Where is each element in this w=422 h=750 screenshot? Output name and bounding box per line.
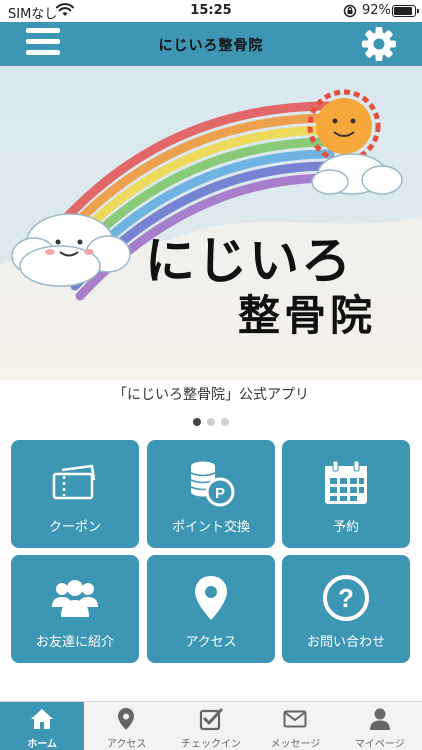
calendar-icon	[325, 460, 367, 504]
app-header: にじいろ整骨院	[0, 22, 422, 66]
carousel-dot[interactable]	[207, 418, 215, 426]
tile-reservation[interactable]: 予約	[282, 440, 410, 548]
tile-inquiry[interactable]: ? お問い合わせ	[282, 555, 410, 663]
user-icon	[369, 708, 390, 730]
tile-access[interactable]: アクセス	[147, 555, 275, 663]
coupon-ticket-icon	[52, 464, 96, 500]
tile-label: お問い合わせ	[306, 635, 385, 650]
gear-icon[interactable]	[361, 26, 397, 62]
carousel-dots	[0, 411, 422, 430]
hero-caption: 「にじいろ整骨院」公式アプリ	[113, 387, 309, 403]
tab-label: チェックイン	[180, 739, 241, 750]
tile-label: 予約	[332, 520, 359, 535]
friends-group-icon	[52, 580, 98, 617]
logo-line2: 整骨院	[238, 291, 377, 340]
svg-text:P: P	[215, 485, 225, 502]
tile-points[interactable]: P ポイント交換	[147, 440, 275, 548]
tab-mypage[interactable]: マイページ	[338, 702, 422, 750]
hero-banner[interactable]: にじいろ 整骨院	[0, 66, 422, 380]
clock: 15:25	[190, 3, 232, 18]
tile-label: お友達に紹介	[35, 635, 114, 650]
tab-access[interactable]: アクセス	[84, 702, 168, 750]
tab-messages[interactable]: メッセージ	[253, 702, 337, 750]
tile-label: クーポン	[48, 520, 101, 535]
home-icon	[31, 709, 53, 729]
status-bar: SIMなし 15:25 92%	[0, 0, 422, 22]
header-title: にじいろ整骨院	[158, 38, 264, 54]
tile-label: アクセス	[185, 635, 237, 650]
carousel-dot[interactable]	[221, 418, 229, 426]
tile-label: ポイント交換	[171, 520, 250, 535]
point-coins-icon: P	[190, 461, 235, 507]
orientation-lock-icon	[343, 4, 357, 18]
svg-text:?: ?	[338, 583, 354, 613]
envelope-icon	[283, 710, 307, 728]
tab-label: メッセージ	[270, 739, 321, 750]
tab-checkin[interactable]: チェックイン	[169, 702, 253, 750]
tile-coupon[interactable]: クーポン	[11, 440, 139, 548]
battery-icon	[392, 5, 419, 17]
tab-label: ホーム	[27, 739, 58, 750]
checkin-icon	[199, 708, 223, 731]
bottom-tab-bar: ホーム アクセス チェックイン メッセージ マイページ	[0, 701, 422, 750]
tab-label: アクセス	[106, 739, 147, 750]
map-pin-icon	[118, 708, 135, 730]
question-icon: ?	[323, 575, 369, 621]
tab-label: マイページ	[354, 739, 405, 750]
tile-refer-friend[interactable]: お友達に紹介	[11, 555, 139, 663]
battery-percent: 92%	[362, 3, 391, 18]
carousel-dot[interactable]	[193, 418, 201, 426]
tab-home[interactable]: ホーム	[0, 702, 85, 750]
map-pin-icon	[195, 576, 227, 620]
